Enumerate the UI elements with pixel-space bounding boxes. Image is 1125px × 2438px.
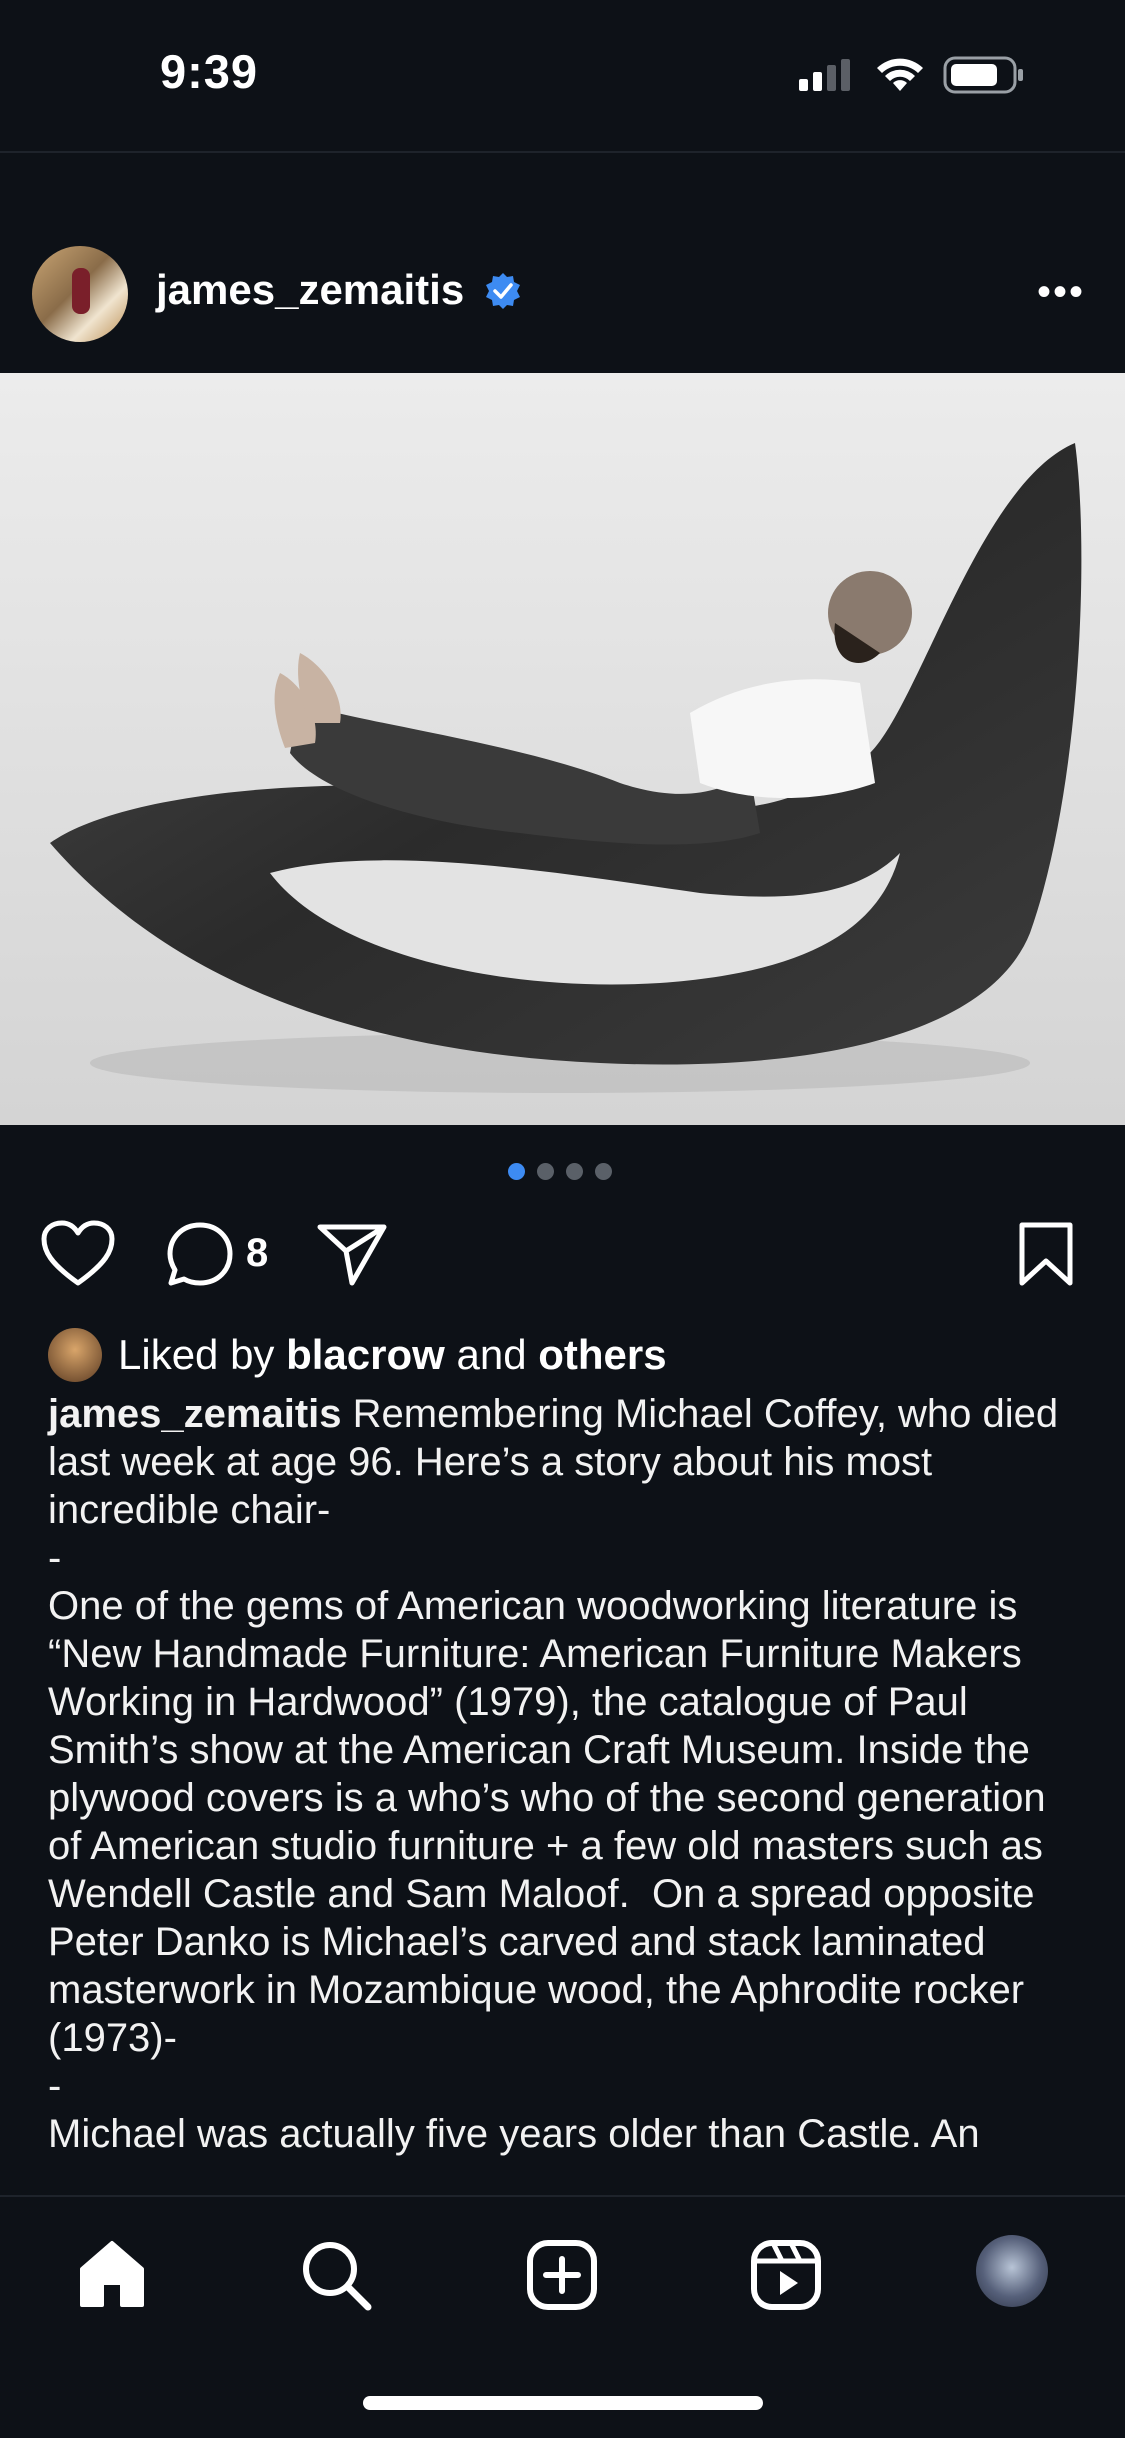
rocking-chair-photo	[0, 373, 1125, 1125]
comment-icon[interactable]	[164, 1219, 236, 1289]
post-image[interactable]	[0, 373, 1125, 1125]
caption-text: Remembering Michael Coffey, who died las…	[48, 1392, 1059, 2156]
wifi-icon	[877, 58, 923, 91]
carousel-dot-2	[537, 1163, 554, 1180]
header-divider	[0, 151, 1125, 153]
carousel-indicator	[508, 1163, 612, 1180]
create-post-icon[interactable]	[526, 2239, 598, 2311]
liked-by-prefix: Liked by	[118, 1331, 275, 1378]
liked-by-user[interactable]: blacrow	[286, 1331, 445, 1379]
post-actions: 8	[0, 1215, 1125, 1315]
profile-avatar[interactable]	[976, 2235, 1048, 2307]
more-options-button[interactable]: •••	[1037, 270, 1085, 315]
cellular-signal-icon	[799, 59, 850, 91]
like-heart-icon[interactable]	[40, 1219, 116, 1289]
home-indicator[interactable]	[363, 2396, 763, 2410]
verified-badge-icon	[486, 273, 520, 309]
status-icons	[799, 56, 1025, 94]
liked-by-others[interactable]: others	[538, 1331, 666, 1379]
carousel-dot-1	[508, 1163, 525, 1180]
post-caption: james_zemaitis Remembering Michael Coffe…	[48, 1390, 1088, 2158]
status-time: 9:39	[160, 45, 259, 98]
status-bar: 9:39	[0, 0, 1125, 150]
home-icon[interactable]	[76, 2239, 148, 2309]
share-send-icon[interactable]	[316, 1221, 388, 1287]
liked-by[interactable]: Liked by blacrow and others	[48, 1325, 667, 1385]
author-avatar[interactable]	[32, 246, 128, 342]
caption-author[interactable]: james_zemaitis	[48, 1392, 342, 1436]
search-icon[interactable]	[300, 2239, 372, 2311]
reels-icon[interactable]	[750, 2239, 822, 2311]
save-bookmark-icon[interactable]	[1016, 1221, 1076, 1287]
comment-count: 8	[246, 1231, 269, 1275]
liker-avatar	[48, 1328, 102, 1382]
author-username[interactable]: james_zemaitis	[156, 266, 464, 314]
carousel-dot-4	[595, 1163, 612, 1180]
liked-by-middle: and	[456, 1331, 527, 1378]
carousel-dot-3	[566, 1163, 583, 1180]
battery-icon	[943, 56, 1023, 94]
post-header: james_zemaitis •••	[0, 240, 1125, 350]
